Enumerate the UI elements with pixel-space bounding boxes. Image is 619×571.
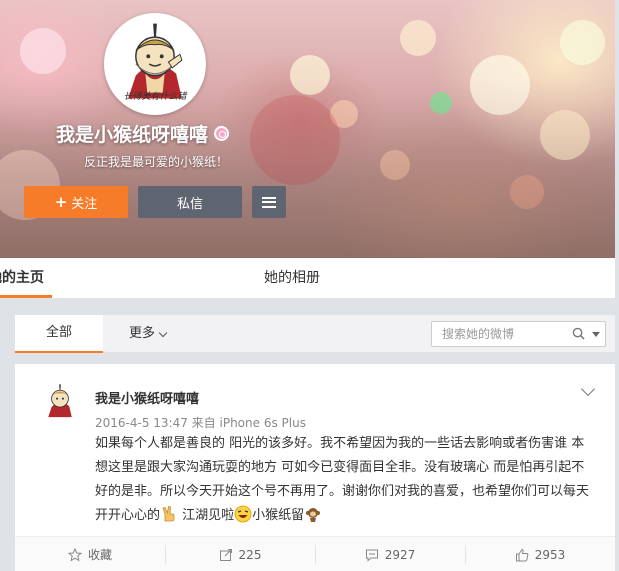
post-text-part2: 江湖见啦 <box>182 508 235 523</box>
comment-count: 2927 <box>384 547 416 562</box>
more-menu-button[interactable] <box>252 186 286 218</box>
repost-count: 225 <box>238 547 262 562</box>
filter-more-label: 更多 <box>129 326 156 341</box>
post-text: 如果每个人都是善良的 阳光的该多好。我不希望因为我的一些话去影响或者伤害谁 本想… <box>95 432 595 528</box>
post-card: 我是小猴纸呀嘻嘻 2016-4-5 13:47 来自 iPhone 6s Plu… <box>15 364 615 571</box>
tab-home-label: 她的主页 <box>0 270 44 286</box>
tab-home[interactable]: 她的主页 <box>0 258 52 298</box>
comment-button[interactable]: 2927 <box>315 537 465 571</box>
thumbs-up-icon <box>515 548 529 561</box>
victory-hand-emoji-icon <box>160 505 178 523</box>
comment-icon <box>365 549 378 562</box>
caret-down-icon[interactable] <box>592 332 600 337</box>
follow-button[interactable]: + 关注 <box>24 186 128 218</box>
plus-icon: + <box>54 193 68 211</box>
star-icon <box>67 547 82 562</box>
post-meta: 2016-4-5 13:47 来自 iPhone 6s Plus <box>95 416 306 430</box>
post-author-name[interactable]: 我是小猴纸呀嘻嘻 <box>95 388 199 407</box>
favorite-label: 收藏 <box>87 548 112 562</box>
feed-filter-bar: 全部 更多 <box>15 315 615 353</box>
like-count: 2953 <box>534 547 566 562</box>
female-icon <box>214 126 230 141</box>
tab-album[interactable]: 她的相册 <box>264 258 320 298</box>
favorite-button[interactable]: 收藏 <box>15 537 165 571</box>
follow-label: 关注 <box>71 196 98 212</box>
profile-username: 我是小猴纸呀嘻嘻 <box>56 120 230 147</box>
avatar-caption: 长得美有什么错 <box>123 92 187 102</box>
monkey-emoji-icon <box>304 505 322 523</box>
search-box <box>431 321 606 347</box>
filter-all-tab[interactable]: 全部 <box>15 315 103 353</box>
search-input[interactable] <box>432 322 562 346</box>
profile-bio: 反正我是最可爱的小猴纸！ <box>84 155 229 169</box>
chevron-down-icon[interactable] <box>580 381 596 397</box>
repost-button[interactable]: 225 <box>165 537 315 571</box>
chevron-down-icon <box>158 328 168 337</box>
post-actions: 收藏 225 2927 2953 <box>15 536 615 571</box>
message-label: 私信 <box>176 196 203 212</box>
repost-icon <box>219 548 232 561</box>
post-text-part3: 小猴纸留 <box>252 508 305 523</box>
message-button[interactable]: 私信 <box>138 186 242 218</box>
profile-nav: 她的主页 她的相册 <box>0 258 615 298</box>
like-button[interactable]: 2953 <box>465 537 615 571</box>
profile-username-text: 我是小猴纸呀嘻嘻 <box>56 124 209 146</box>
filter-more-dropdown[interactable]: 更多 <box>129 315 168 353</box>
post-author-avatar[interactable] <box>39 381 81 423</box>
laughing-face-emoji-icon <box>234 505 252 523</box>
search-icon[interactable] <box>572 327 585 340</box>
menu-icon <box>262 196 276 208</box>
